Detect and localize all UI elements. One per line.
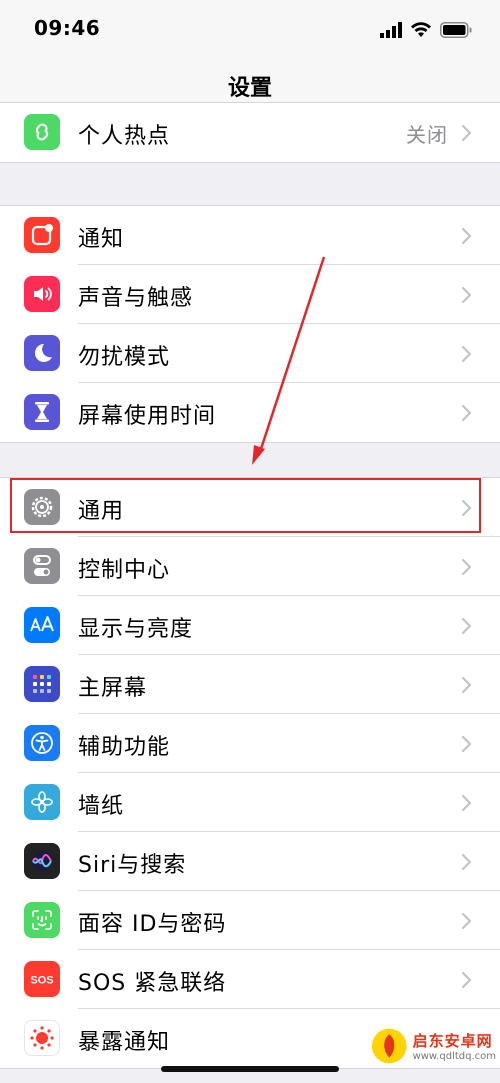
settings-row-hotspot[interactable]: 个人热点 关闭 xyxy=(0,103,500,162)
watermark: 启东安卓网 www.qdltdq.com xyxy=(370,1014,496,1078)
notifications-icon xyxy=(24,217,60,253)
speaker-icon xyxy=(24,276,60,312)
settings-row-label: 声音与触感 xyxy=(78,286,194,311)
settings-group-network: 个人热点 关闭 xyxy=(0,102,500,163)
settings-row-label: 暴露通知 xyxy=(78,1030,171,1055)
status-icons xyxy=(380,20,472,40)
face-id-icon xyxy=(24,902,60,938)
settings-row-label: 控制中心 xyxy=(78,558,171,583)
settings-row-sos[interactable]: SOS SOS 紧急联络 xyxy=(0,950,500,1009)
accessibility-icon xyxy=(24,725,60,761)
chevron-right-icon xyxy=(461,617,472,635)
settings-row-notifications[interactable]: 通知 xyxy=(0,206,500,265)
chevron-right-icon xyxy=(461,971,472,989)
settings-row-label: 勿扰模式 xyxy=(78,345,171,370)
chevron-right-icon xyxy=(461,499,472,517)
settings-row-screentime[interactable]: 屏幕使用时间 xyxy=(0,383,500,442)
settings-row-label: 面容 ID与密码 xyxy=(78,912,227,937)
chevron-right-icon xyxy=(461,227,472,245)
settings-row-label: 通知 xyxy=(78,227,125,252)
battery-icon xyxy=(440,22,472,38)
settings-row-home-screen[interactable]: 主屏幕 xyxy=(0,655,500,714)
wifi-icon xyxy=(411,22,431,37)
settings-row-label: 墙纸 xyxy=(78,794,125,819)
settings-row-control-center[interactable]: 控制中心 xyxy=(0,537,500,596)
moon-icon xyxy=(24,335,60,371)
settings-row-label: 显示与亮度 xyxy=(78,617,194,642)
settings-row-accessibility[interactable]: 辅助功能 xyxy=(0,714,500,773)
chevron-right-icon xyxy=(461,735,472,753)
settings-row-label: 辅助功能 xyxy=(78,735,171,760)
settings-group-device: 通用 控制中心 显示与亮度 主屏幕 辅助功能 墙纸 Siri与搜索 面容 ID与… xyxy=(0,477,500,1069)
chevron-right-icon xyxy=(461,558,472,576)
cellular-signal-icon xyxy=(380,22,402,38)
chevron-right-icon xyxy=(461,345,472,363)
exposure-icon xyxy=(24,1020,60,1056)
hourglass-icon xyxy=(24,394,60,430)
status-bar: 09:46 xyxy=(0,0,500,60)
settings-row-label: 主屏幕 xyxy=(78,676,148,701)
settings-row-label: 屏幕使用时间 xyxy=(78,404,217,429)
settings-row-dnd[interactable]: 勿扰模式 xyxy=(0,324,500,383)
settings-row-label: Siri与搜索 xyxy=(78,853,187,878)
watermark-url: www.qdltdq.com xyxy=(412,1051,496,1062)
settings-row-sounds[interactable]: 声音与触感 xyxy=(0,265,500,324)
svg-text:SOS: SOS xyxy=(30,975,53,987)
toggle-switches-icon xyxy=(24,548,60,584)
text-size-icon xyxy=(24,607,60,643)
page-title: 设置 xyxy=(227,76,272,101)
status-time: 09:46 xyxy=(34,16,101,40)
settings-row-label: 通用 xyxy=(78,499,125,524)
chevron-right-icon xyxy=(461,286,472,304)
app-grid-icon xyxy=(24,666,60,702)
settings-row-display[interactable]: 显示与亮度 xyxy=(0,596,500,655)
settings-row-label: 个人热点 xyxy=(78,124,171,149)
settings-row-general[interactable]: 通用 xyxy=(0,478,500,537)
sos-icon: SOS xyxy=(24,961,60,997)
chevron-right-icon xyxy=(461,853,472,871)
siri-icon xyxy=(24,843,60,879)
chevron-right-icon xyxy=(461,124,472,142)
gear-icon xyxy=(24,489,60,525)
home-indicator[interactable] xyxy=(161,1066,339,1072)
chevron-right-icon xyxy=(461,676,472,694)
chevron-right-icon xyxy=(461,912,472,930)
settings-row-wallpaper[interactable]: 墙纸 xyxy=(0,773,500,832)
chevron-right-icon xyxy=(461,794,472,812)
settings-row-face-id[interactable]: 面容 ID与密码 xyxy=(0,891,500,950)
settings-row-value: 关闭 xyxy=(406,123,448,147)
settings-row-siri[interactable]: Siri与搜索 xyxy=(0,832,500,891)
personal-hotspot-icon xyxy=(24,114,60,150)
settings-row-label: SOS 紧急联络 xyxy=(78,971,227,996)
chevron-right-icon xyxy=(461,404,472,422)
settings-group-alerts: 通知 声音与触感 勿扰模式 屏幕使用时间 xyxy=(0,205,500,443)
watermark-title: 启东安卓网 xyxy=(412,1032,493,1050)
flower-icon xyxy=(24,784,60,820)
watermark-logo-icon xyxy=(371,1028,407,1064)
